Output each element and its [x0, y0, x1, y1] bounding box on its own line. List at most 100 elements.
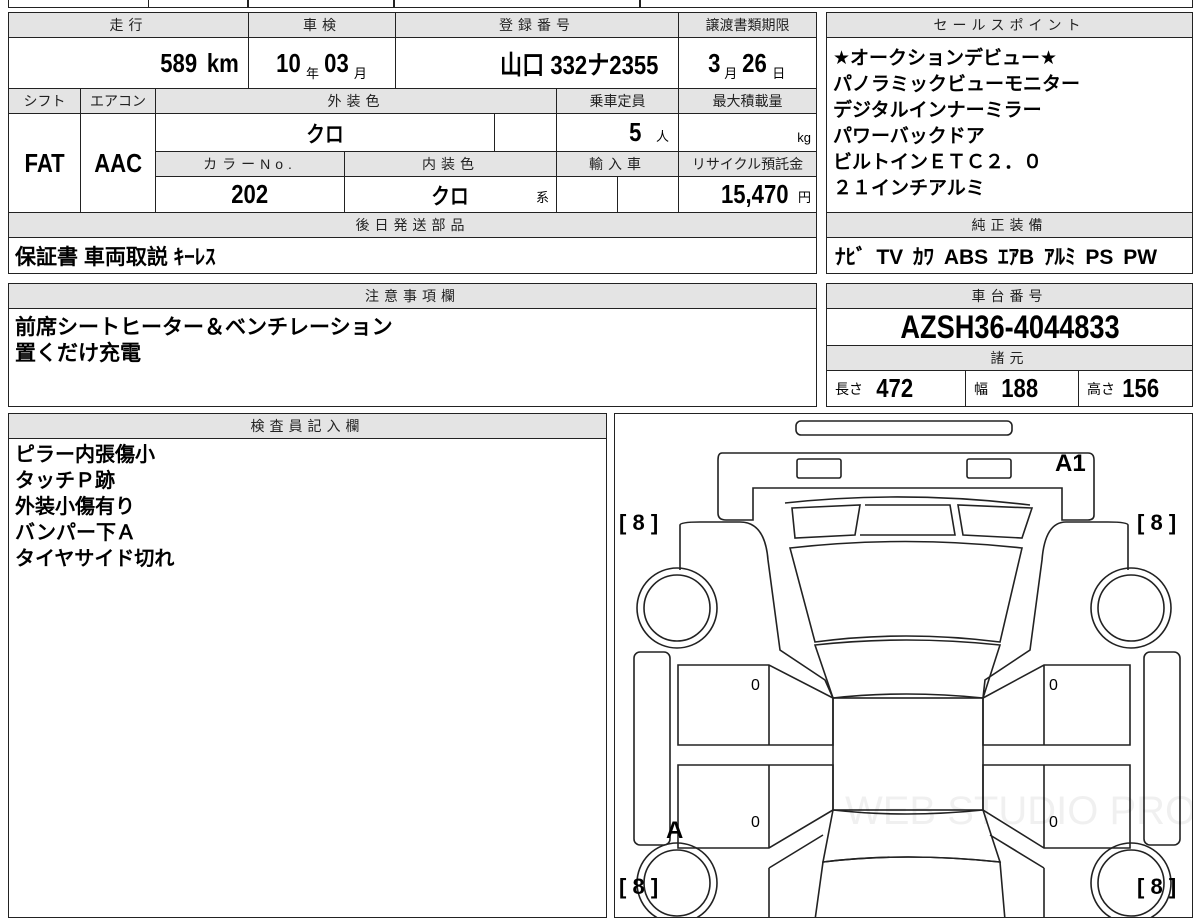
- tread-depth-rr: [ 8 ]: [1137, 874, 1177, 899]
- grille: [784, 495, 1033, 539]
- inspector-header: 検査員記入欄: [8, 413, 607, 439]
- fender-rf: [981, 520, 1129, 698]
- sales-point-item: ビルトインＥＴＣ２．０: [833, 152, 1043, 173]
- recycle-cell: 15,470 円: [678, 176, 817, 213]
- notes-header: 注意事項欄: [8, 283, 817, 309]
- front-bumper: [716, 451, 1095, 521]
- sill-left: [632, 650, 671, 846]
- interior-color-value: クロ: [431, 183, 470, 209]
- equipment-value: ﾅﾋﾞ TV ｶﾜ ABS ｴｱB ｱﾙﾐ PS PW: [835, 245, 1158, 269]
- door-lr: [676, 763, 834, 849]
- quarter-panels: [767, 833, 1045, 917]
- length-label: 長さ: [835, 380, 863, 397]
- sales-points-list: ★オークションデビュー★ パノラミックビューモニター デジタルインナーミラー パ…: [826, 37, 1193, 213]
- sales-point-item: ★オークションデビュー★: [833, 48, 1058, 69]
- chassis-value: AZSH36-4044833: [899, 308, 1120, 345]
- later-parts-cell: 保証書 車両取説 ｷｰﾚｽ: [8, 237, 817, 274]
- chassis-header: 車台番号: [826, 283, 1193, 309]
- shift-value: FAT: [24, 147, 65, 178]
- width-label: 幅: [974, 380, 988, 397]
- deadline-day: 26: [742, 47, 768, 78]
- month-unit: 月: [353, 66, 367, 81]
- color-no-cell: 202: [155, 176, 345, 213]
- width-value: 188: [1001, 373, 1039, 403]
- max-load-header: 最大積載量: [678, 88, 817, 114]
- tread-depth-lf: [ 8 ]: [619, 510, 659, 535]
- year-unit: 年: [305, 66, 319, 81]
- recycle-header: リサイクル預託金: [678, 151, 817, 177]
- chassis-cell: AZSH36-4044833: [826, 308, 1193, 346]
- door-mark: 0: [751, 677, 760, 694]
- top-strip-cell: [394, 0, 640, 8]
- aircon-cell: AAC: [80, 113, 156, 213]
- mileage-cell: 589 km: [8, 37, 249, 89]
- sales-points-header: セールスポイント: [826, 12, 1193, 38]
- shift-cell: FAT: [8, 113, 81, 213]
- length-value: 472: [876, 373, 914, 403]
- equipment-cell: ﾅﾋﾞ TV ｶﾜ ABS ｴｱB ｱﾙﾐ PS PW: [826, 237, 1193, 274]
- day-unit: 日: [772, 66, 786, 81]
- windshield: [813, 638, 1001, 699]
- blank-cell: [494, 113, 557, 152]
- interior-color-cell: クロ 系: [344, 176, 557, 213]
- hood: [788, 540, 1023, 643]
- import-header: 輸入車: [556, 151, 679, 177]
- inspector-line: バンパー下Ａ: [15, 522, 136, 544]
- light-right: [965, 457, 1012, 479]
- watermark: WEB STUDIO PRO: [845, 789, 1193, 833]
- exterior-color-value: クロ: [306, 121, 344, 147]
- transfer-deadline-cell: 3 月 26 日: [678, 37, 817, 89]
- inspector-body: ピラー内張傷小 タッチＰ跡 外装小傷有り バンパー下Ａ タイヤサイド切れ: [8, 438, 607, 918]
- tread-depth-lr: [ 8 ]: [619, 874, 659, 899]
- width-cell: 幅 188: [965, 370, 1079, 407]
- height-label: 高さ: [1087, 380, 1115, 397]
- top-strip-cell: [148, 0, 248, 8]
- recycle-unit: 円: [797, 190, 811, 205]
- tread-depth-rf: [ 8 ]: [1137, 510, 1177, 535]
- note-line: 前席シートヒーター＆ベンチレーション: [15, 316, 393, 339]
- trunk: [814, 855, 1006, 917]
- notes-body: 前席シートヒーター＆ベンチレーション 置くだけ充電: [8, 308, 817, 407]
- recycle-value: 15,470: [721, 179, 790, 209]
- later-parts-value: 保証書 車両取説 ｷｰﾚｽ: [15, 245, 216, 269]
- exterior-color-header: 外装色: [155, 88, 557, 114]
- registration-value: 山口 332ナ2355: [499, 49, 659, 80]
- length-cell: 長さ 472: [826, 370, 966, 407]
- interior-color-header: 内装色: [344, 151, 557, 177]
- inspection-year: 10: [276, 47, 301, 78]
- inspector-line: タッチＰ跡: [15, 470, 115, 492]
- car-diagram: A1 A 0 0 0 0 [ 8 ] [ 8 ] [ 8 ] [ 8 ] WEB…: [614, 413, 1193, 918]
- capacity-header: 乗車定員: [556, 88, 679, 114]
- door-mark: 0: [751, 814, 760, 831]
- inspector-line: ピラー内張傷小: [15, 444, 155, 466]
- sales-point-item: デジタルインナーミラー: [833, 100, 1042, 121]
- mileage-unit: km: [207, 47, 240, 78]
- aircon-value: AAC: [94, 147, 142, 178]
- wheel-damage-mark: A: [666, 817, 684, 844]
- import-cell: [617, 176, 679, 213]
- registration-header: 登録番号: [395, 12, 679, 38]
- shift-header: シフト: [8, 88, 81, 114]
- deadline-month: 3: [707, 47, 721, 78]
- height-value: 156: [1122, 373, 1160, 403]
- inspector-line: タイヤサイド切れ: [15, 548, 175, 570]
- inspection-header: 車検: [248, 12, 396, 38]
- inspection-cell: 10 年 03 月: [248, 37, 396, 89]
- transfer-deadline-header: 譲渡書類期限: [678, 12, 817, 38]
- aircon-header: エアコン: [80, 88, 156, 114]
- mileage-header: 走行: [8, 12, 249, 38]
- capacity-cell: 5人: [556, 113, 679, 152]
- inspection-month: 03: [324, 47, 349, 78]
- top-strip-cell: [248, 0, 394, 8]
- exterior-color-cell: クロ: [155, 113, 495, 152]
- mileage-value: 589: [159, 47, 197, 78]
- specs-header: 諸元: [826, 345, 1193, 371]
- car-outline: [632, 419, 1181, 917]
- month-unit: 月: [724, 66, 738, 81]
- capacity-value: 5: [628, 117, 641, 147]
- height-cell: 高さ 156: [1078, 370, 1193, 407]
- note-line: 置くだけ充電: [15, 342, 141, 365]
- max-load-unit: kg: [797, 130, 811, 145]
- wheel-rf: [1089, 566, 1172, 649]
- import-cell: [556, 176, 618, 213]
